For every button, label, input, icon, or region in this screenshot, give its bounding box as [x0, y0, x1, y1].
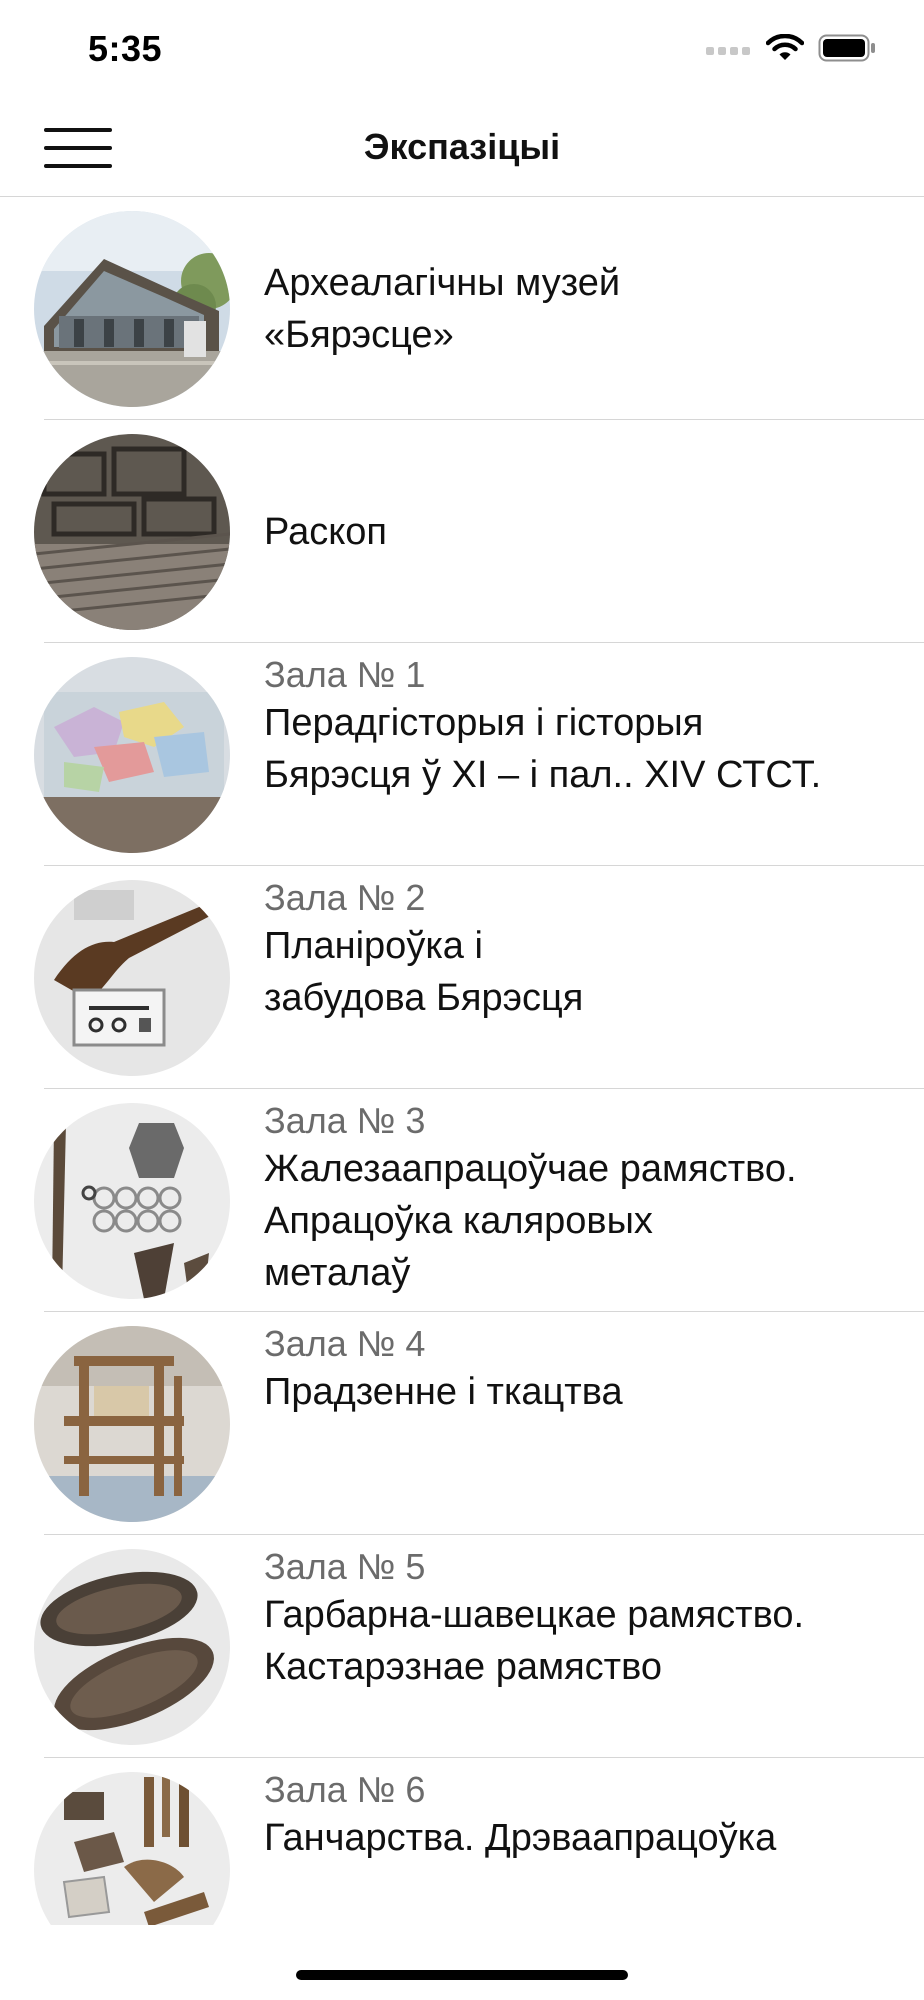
list-item-hall-2[interactable]: Зала № 2 Планіроўка і забудова Бярэсця	[0, 866, 924, 1089]
hall-1-map-image	[34, 657, 230, 853]
status-bar: 5:35	[0, 0, 924, 100]
cellular-signal-icon	[706, 47, 750, 55]
home-indicator[interactable]	[296, 1970, 628, 1980]
list-item-hall-3[interactable]: Зала № 3 Жалезаапрацоўчае рамяство. Апра…	[0, 1089, 924, 1312]
museum-building-image	[34, 211, 230, 407]
list-item-museum[interactable]: Археалагічны музей «Бярэсце»	[0, 197, 924, 420]
item-title-line: Планіроўка і	[264, 925, 483, 967]
wifi-icon	[766, 34, 804, 60]
exposition-list: Археалагічны музей «Бярэсце» Раскоп Зала…	[0, 197, 924, 1981]
list-item-excavation[interactable]: Раскоп	[0, 420, 924, 643]
item-title-line: Прадзенне і ткацтва	[264, 1371, 623, 1413]
item-title-line: Раскоп	[264, 510, 387, 553]
list-item-hall-1[interactable]: Зала № 1 Перадгісторыя і гісторыя Бярэсц…	[0, 643, 924, 866]
hall-4-loom-image	[34, 1326, 230, 1522]
item-title-line: «Бярэсце»	[264, 313, 454, 356]
list-item-hall-5[interactable]: Зала № 5 Гарбарна-шавецкае рамяство. Кас…	[0, 1535, 924, 1758]
hall-2-artifacts-image	[34, 880, 230, 1076]
page-title: Экспазіцыі	[363, 126, 561, 167]
item-title-line: Апрацоўка каляровых	[264, 1200, 653, 1242]
hall-number: Зала № 6	[264, 1769, 426, 1810]
hall-3-metalwork-image	[34, 1103, 230, 1299]
navigation-bar: Экспазіцыі	[0, 100, 924, 197]
hall-number: Зала № 4	[264, 1323, 426, 1364]
excavation-image	[34, 434, 230, 630]
item-title-line: Ганчарства. Дрэваапрацоўка	[264, 1817, 777, 1859]
hall-number: Зала № 3	[264, 1100, 426, 1141]
status-icons	[706, 34, 876, 62]
bottom-safe-area	[0, 1925, 924, 2000]
item-title-line: Бярэсця ў XI – і пал.. XIV СТСТ.	[264, 754, 822, 796]
item-title-line: Кастарэзнае рамяство	[264, 1646, 662, 1688]
item-title-line: Перадгісторыя і гісторыя	[264, 702, 704, 744]
list-item-hall-4[interactable]: Зала № 4 Прадзенне і ткацтва	[0, 1312, 924, 1535]
hall-5-leather-image	[34, 1549, 230, 1745]
item-title-line: Гарбарна-шавецкае рамяство.	[264, 1594, 805, 1636]
item-title-line: Археалагічны музей	[264, 261, 621, 304]
item-title-line: Жалезаапрацоўчае рамяство.	[264, 1148, 797, 1190]
battery-icon	[818, 34, 875, 62]
item-title-line: забудова Бярэсця	[264, 977, 584, 1019]
status-time: 5:35	[88, 28, 163, 69]
hall-number: Зала № 5	[264, 1546, 426, 1587]
hall-number: Зала № 2	[264, 877, 426, 918]
hall-number: Зала № 1	[264, 654, 426, 695]
item-title-line: металаў	[264, 1252, 411, 1294]
